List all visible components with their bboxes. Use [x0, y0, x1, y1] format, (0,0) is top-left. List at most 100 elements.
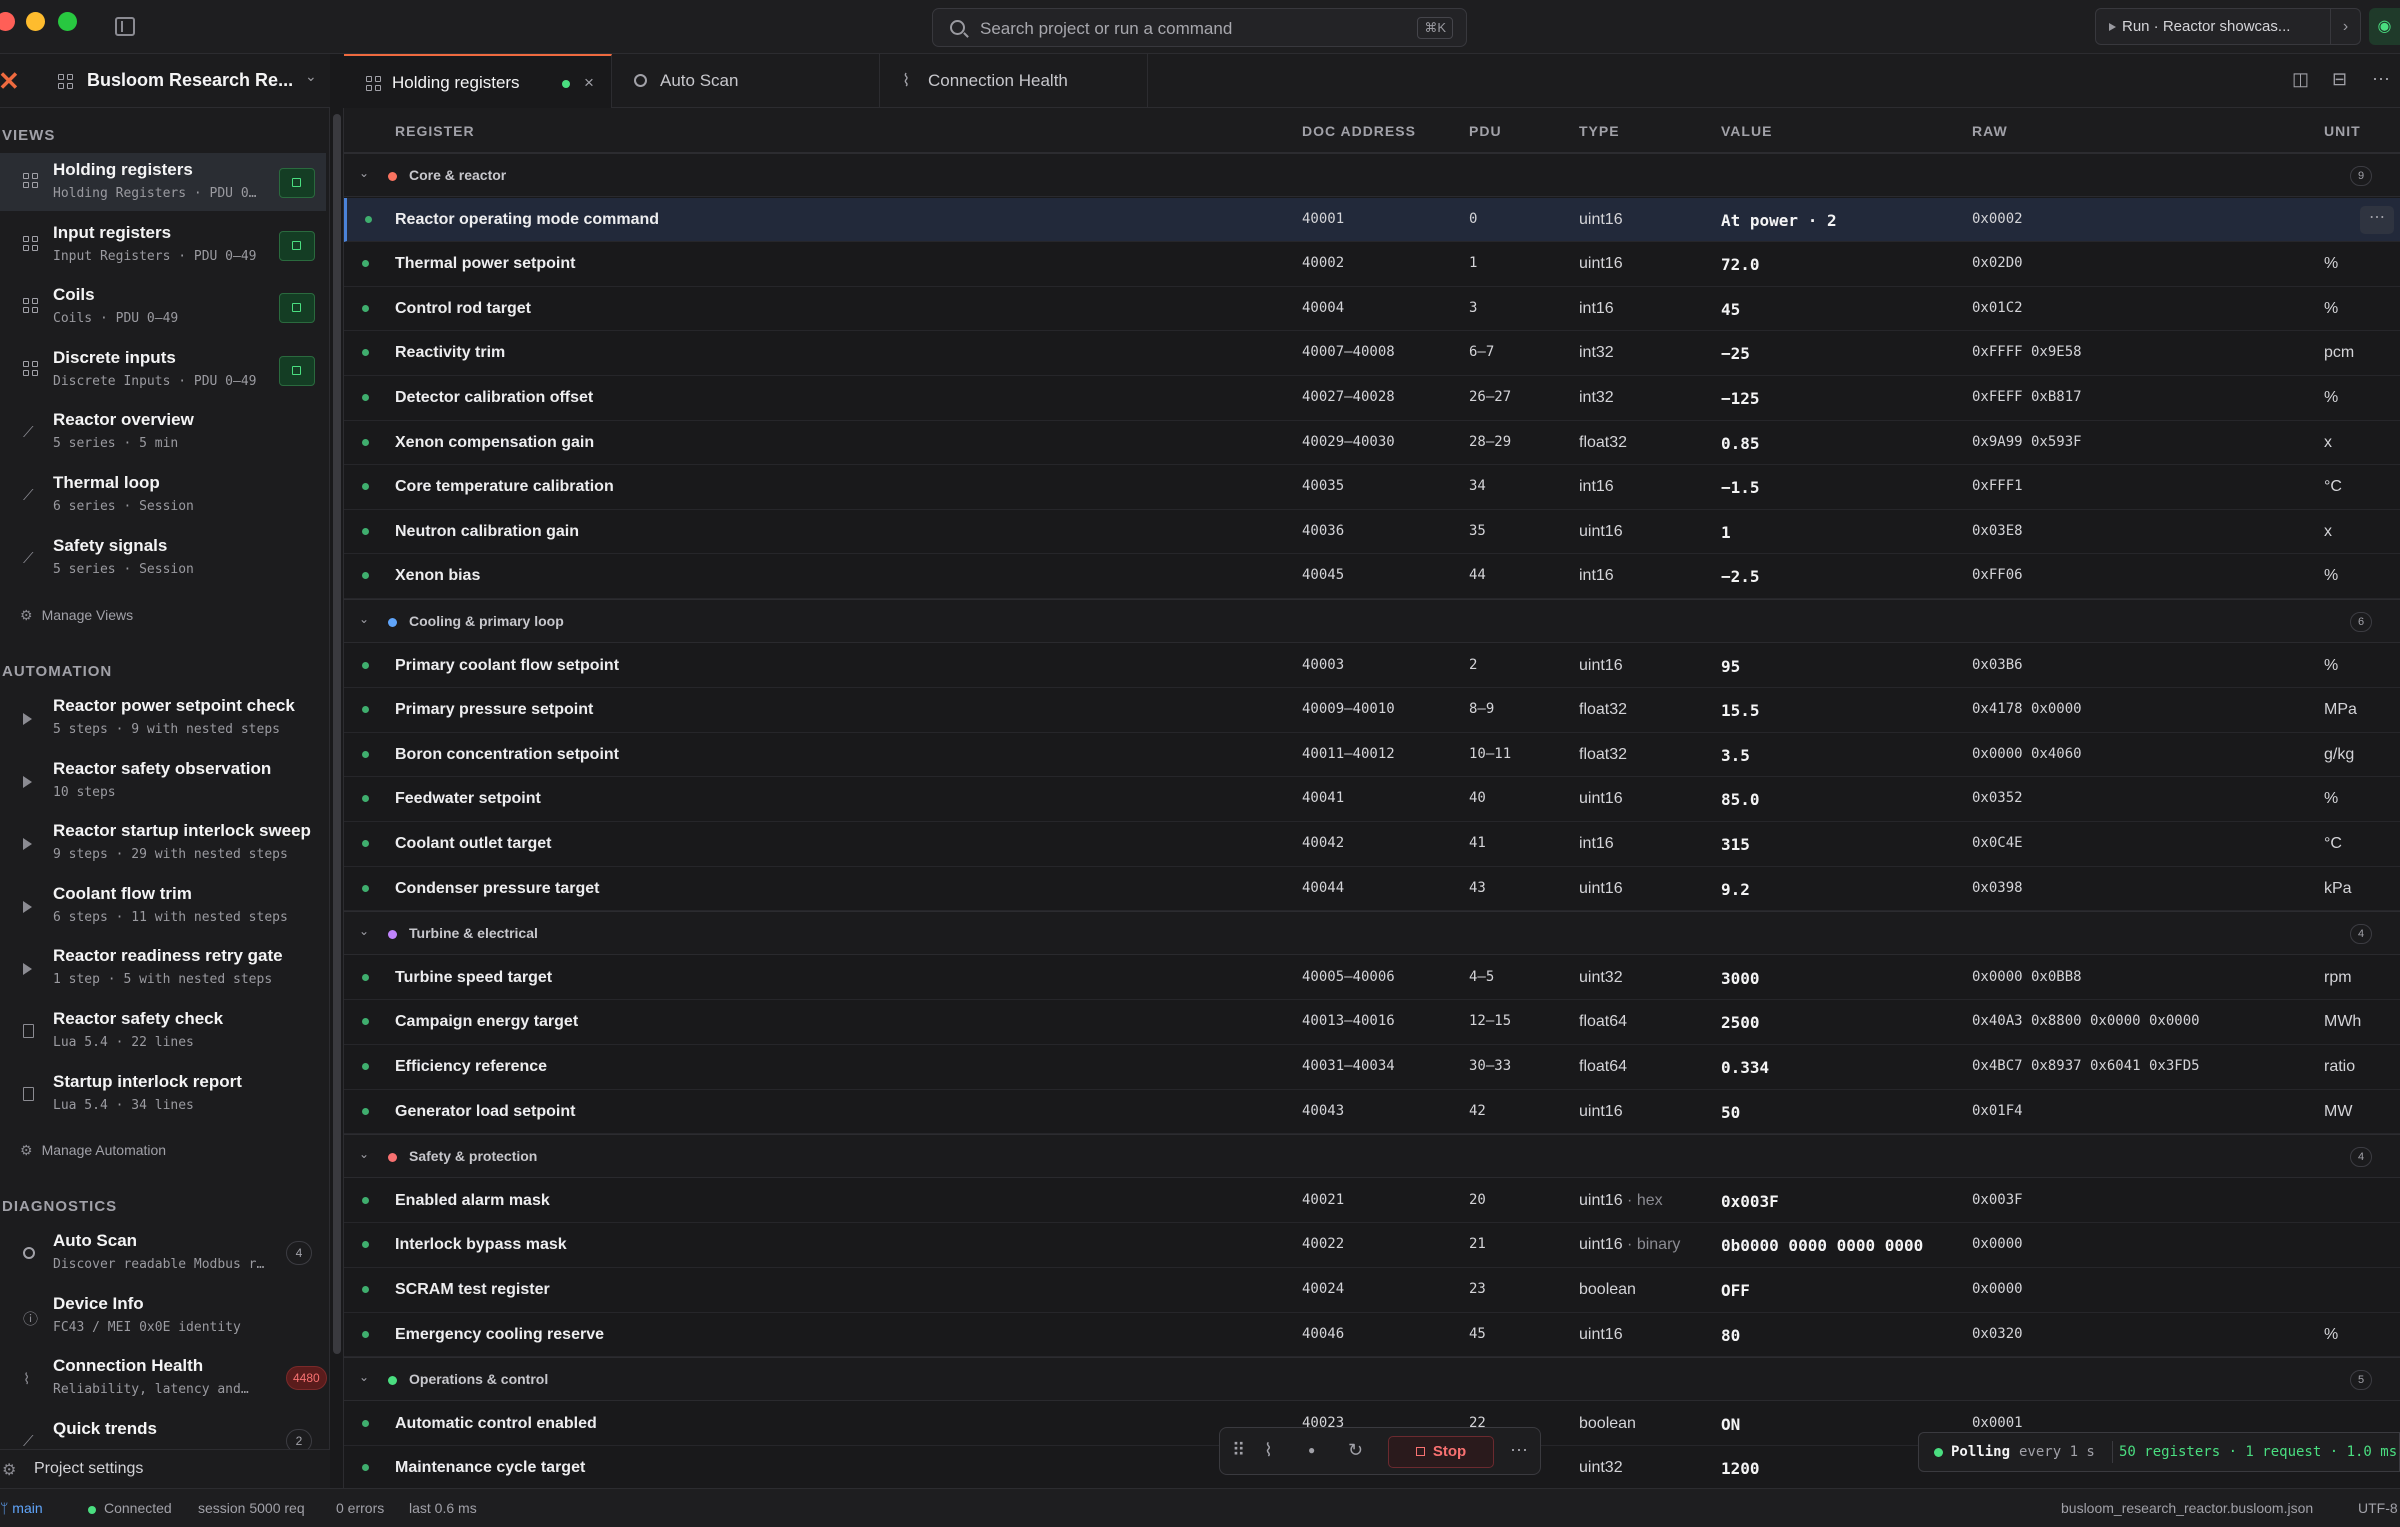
register-value[interactable]: −125	[1721, 389, 1760, 408]
col-type[interactable]: TYPE	[1579, 123, 1620, 139]
col-value[interactable]: VALUE	[1721, 123, 1772, 139]
more-icon[interactable]: ⋯	[1510, 1440, 1528, 1461]
register-value[interactable]: 3000	[1721, 969, 1760, 988]
sidebar-item[interactable]: ⟋ Safety signals 5 series · Session	[0, 529, 326, 587]
group-header[interactable]: ⌄ Turbine & electrical 4	[344, 911, 2400, 956]
chevron-down-icon[interactable]: ⌄	[359, 1370, 369, 1384]
maximize-window-button[interactable]	[58, 12, 77, 31]
minimize-window-button[interactable]	[26, 12, 45, 31]
close-window-button[interactable]	[0, 12, 15, 31]
chevron-right-icon[interactable]: ›	[2331, 8, 2361, 45]
table-row[interactable]: Emergency cooling reserve 40046 45 uint16 80…	[344, 1313, 2400, 1358]
tab-holding-registers[interactable]: Holding registers ×	[344, 54, 612, 108]
register-value[interactable]: 1	[1721, 523, 1731, 542]
table-row[interactable]: Coolant outlet target 40042 41 int16 315 0x0C…	[344, 822, 2400, 867]
more-icon[interactable]: ⋯	[2372, 69, 2390, 90]
sidebar-item[interactable]: Holding registers Holding Registers · PDU…	[0, 153, 326, 211]
group-header[interactable]: ⌄ Core & reactor 9	[344, 153, 2400, 197]
sidebar-item[interactable]: Reactor safety check Lua 5.4 · 22 lines	[0, 1002, 326, 1060]
table-row[interactable]: Neutron calibration gain 40036 35 uint16 1 0x…	[344, 510, 2400, 555]
register-value[interactable]: 1200	[1721, 1459, 1760, 1478]
sidebar-scrollbar[interactable]	[330, 108, 344, 1488]
chevron-down-icon[interactable]: ⌄	[359, 924, 369, 938]
register-value[interactable]: ON	[1721, 1415, 1740, 1434]
table-row[interactable]: Efficiency reference 40031–40034 30–33 floa…	[344, 1045, 2400, 1090]
project-switcher[interactable]: ✕ Busloom Research Re... ⌄	[0, 54, 330, 108]
col-register[interactable]: REGISTER	[395, 123, 475, 139]
table-row[interactable]: Generator load setpoint 40043 42 uint16 50 0x…	[344, 1090, 2400, 1135]
table-row[interactable]: Reactor operating mode command 40001 0 uint…	[344, 197, 2400, 243]
record-icon[interactable]: ●	[1308, 1443, 1315, 1457]
table-row[interactable]: Primary coolant flow setpoint 40003 2 uint1…	[344, 644, 2400, 689]
register-value[interactable]: 2500	[1721, 1013, 1760, 1032]
sidebar-toggle-icon[interactable]	[115, 17, 135, 36]
layout-icon[interactable]: ⊟	[2332, 69, 2347, 90]
split-view-icon[interactable]: ◫	[2292, 69, 2309, 90]
register-value[interactable]: 0x003F	[1721, 1192, 1779, 1211]
refresh-icon[interactable]: ↻	[1348, 1440, 1363, 1461]
register-value[interactable]: 50	[1721, 1103, 1740, 1122]
chevron-down-icon[interactable]: ⌄	[359, 612, 369, 626]
command-search[interactable]: Search project or run a command ⌘K	[932, 8, 1467, 47]
table-row[interactable]: Xenon compensation gain 40029–40030 28–29 f…	[344, 421, 2400, 466]
register-value[interactable]: 0b0000 0000 0000 0000	[1721, 1236, 1923, 1255]
project-settings-button[interactable]: ⚙ Project settings	[0, 1449, 330, 1488]
register-value[interactable]: 15.5	[1721, 701, 1760, 720]
table-row[interactable]: Turbine speed target 40005–40006 4–5 uint32…	[344, 956, 2400, 1001]
sidebar-item[interactable]: Reactor readiness retry gate 1 step · 5 w…	[0, 939, 326, 997]
manage-views-link[interactable]: ⚙ Manage Views	[20, 607, 133, 624]
table-row[interactable]: Enabled alarm mask 40021 20 uint16 · hex 0x0…	[344, 1179, 2400, 1224]
table-row[interactable]: Control rod target 40004 3 int16 45 0x01C2%	[344, 287, 2400, 332]
branch-indicator[interactable]: ᛘ main	[0, 1500, 43, 1516]
sidebar-item[interactable]: ⌇ Connection Health Reliability, latency a…	[0, 1349, 327, 1407]
sidebar-item[interactable]: Coils Coils · PDU 0–49	[0, 278, 326, 336]
register-value[interactable]: 0.85	[1721, 434, 1760, 453]
sidebar-item[interactable]: Auto Scan Discover readable Modbus r… 4	[0, 1224, 326, 1282]
stop-polling-button[interactable]: Stop	[1388, 1436, 1494, 1468]
sidebar-item[interactable]: Coolant flow trim 6 steps · 11 with neste…	[0, 877, 326, 935]
group-header[interactable]: ⌄ Cooling & primary loop 6	[344, 599, 2400, 643]
live-view-icon[interactable]	[279, 168, 315, 198]
close-icon[interactable]: ×	[584, 56, 594, 110]
col-doc-address[interactable]: DOC ADDRESS	[1302, 123, 1416, 139]
table-row[interactable]: Thermal power setpoint 40002 1 uint16 72.0 0x…	[344, 242, 2400, 287]
table-row[interactable]: Detector calibration offset 40027–40028 26…	[344, 376, 2400, 421]
register-value[interactable]: −25	[1721, 344, 1750, 363]
sidebar-item[interactable]: ⟋ Thermal loop 6 series · Session	[0, 466, 326, 524]
live-view-icon[interactable]	[279, 355, 315, 386]
group-header[interactable]: ⌄ Operations & control 5	[344, 1357, 2400, 1402]
scrollbar-thumb[interactable]	[333, 114, 341, 1354]
register-value[interactable]: 0.334	[1721, 1058, 1769, 1077]
table-row[interactable]: Feedwater setpoint 40041 40 uint16 85.0 0x035…	[344, 777, 2400, 822]
chevron-down-icon[interactable]: ⌄	[359, 166, 369, 180]
row-actions-icon[interactable]: ⋯	[2360, 205, 2394, 234]
table-row[interactable]: Core temperature calibration 40035 34 int16…	[344, 465, 2400, 510]
col-raw[interactable]: RAW	[1972, 123, 2008, 139]
register-value[interactable]: −2.5	[1721, 567, 1760, 586]
register-value[interactable]: 85.0	[1721, 790, 1760, 809]
table-row[interactable]: Campaign energy target 40013–40016 12–15 fl…	[344, 1000, 2400, 1045]
register-value[interactable]: −1.5	[1721, 478, 1760, 497]
register-value[interactable]: 95	[1721, 657, 1740, 676]
run-script-button[interactable]: Run · Reactor showcas...	[2095, 8, 2331, 45]
col-unit[interactable]: UNIT	[2324, 123, 2361, 139]
tab-auto-scan[interactable]: Auto Scan	[612, 54, 880, 108]
register-value[interactable]: 9.2	[1721, 880, 1750, 899]
sidebar-item[interactable]: ⓘ Device Info FC43 / MEI 0x0E identity	[0, 1287, 326, 1345]
register-value[interactable]: 45	[1721, 300, 1740, 319]
table-row[interactable]: Interlock bypass mask 40022 21 uint16 · bin…	[344, 1223, 2400, 1268]
chevron-down-icon[interactable]: ⌄	[359, 1147, 369, 1161]
table-row[interactable]: Primary pressure setpoint 40009–40010 8–9 f…	[344, 688, 2400, 733]
register-value[interactable]: OFF	[1721, 1281, 1750, 1300]
register-value[interactable]: At power · 2	[1721, 211, 1837, 230]
sidebar-item[interactable]: Reactor safety observation 10 steps	[0, 752, 326, 810]
sidebar-item[interactable]: Reactor startup interlock sweep 9 steps ·…	[0, 814, 326, 872]
tab-connection-health[interactable]: ⌇ Connection Health	[880, 54, 1148, 108]
register-value[interactable]: 80	[1721, 1326, 1740, 1345]
table-row[interactable]: Condenser pressure target 40044 43 uint16 9.…	[344, 867, 2400, 912]
live-view-icon[interactable]	[279, 230, 315, 261]
sidebar-item[interactable]: Discrete inputs Discrete Inputs · PDU 0–4…	[0, 341, 326, 399]
table-row[interactable]: Boron concentration setpoint 40011–40012 1…	[344, 733, 2400, 778]
register-value[interactable]: 72.0	[1721, 255, 1760, 274]
table-row[interactable]: SCRAM test register 40024 23 boolean OFF 0x00…	[344, 1268, 2400, 1313]
